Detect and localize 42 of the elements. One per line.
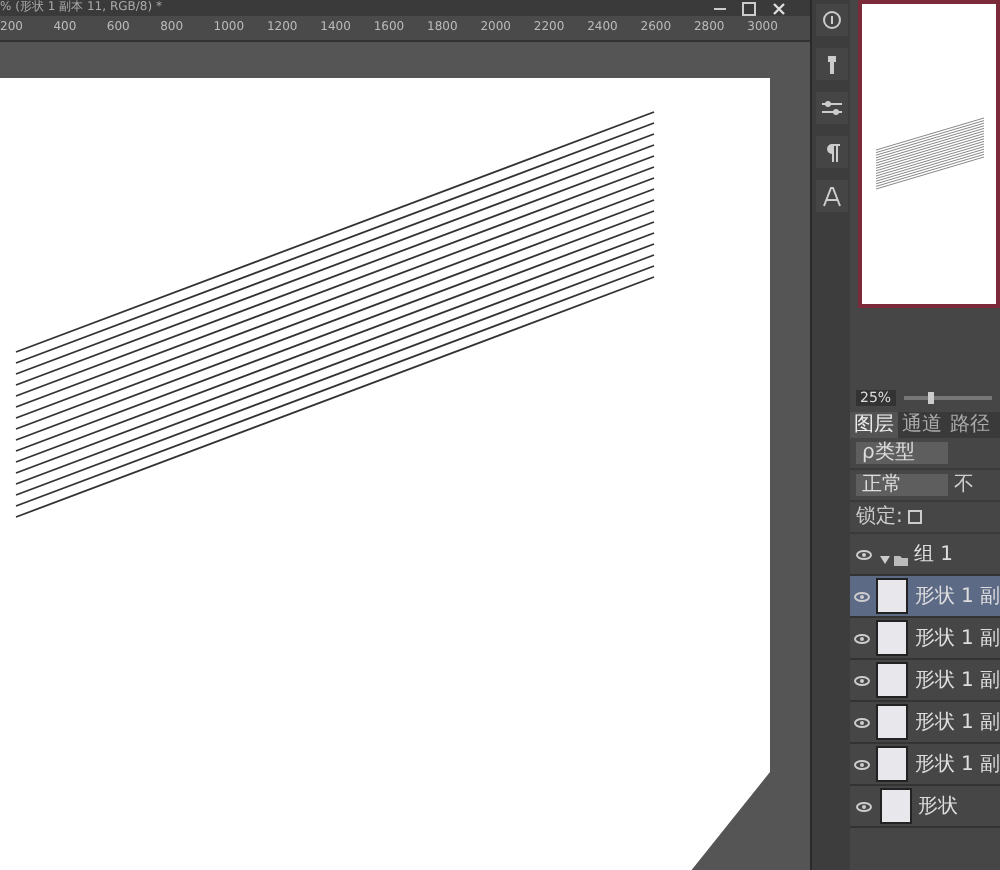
lock-icon[interactable] (908, 510, 923, 524)
layer-name: 形状 1 副 (914, 583, 1000, 610)
layer-row[interactable]: 形状 1 副 (850, 744, 1000, 786)
eye-icon[interactable] (854, 717, 871, 727)
zoom-slider-thumb[interactable] (927, 392, 934, 404)
caret-down-icon[interactable] (880, 553, 908, 565)
layer-thumbnail (876, 578, 909, 614)
layer-name: 形状 1 副 (914, 751, 1000, 778)
minimize-icon[interactable] (714, 7, 726, 9)
eye-icon[interactable] (856, 801, 872, 811)
layer-row[interactable]: 形状 1 副 (850, 660, 1000, 702)
eye-icon[interactable] (854, 759, 871, 769)
panel-tab[interactable]: 路径 (946, 412, 994, 438)
layer-name: 形状 1 副 (914, 667, 1000, 694)
layer-name: 形状 (918, 793, 958, 820)
layer-thumbnail (876, 620, 909, 656)
filter-dropdown[interactable]: ρ类型 (856, 442, 948, 464)
blend-mode-dropdown[interactable]: 正常 (856, 474, 948, 496)
thumbnail-lines-drawing (871, 114, 987, 194)
eye-icon[interactable] (854, 591, 871, 601)
character-icon[interactable] (819, 184, 843, 208)
layer-thumbnail (876, 662, 909, 698)
close-icon[interactable] (772, 1, 786, 15)
layer-name: 形状 1 副 (914, 709, 1000, 736)
layer-row[interactable]: 形状 1 副 (850, 576, 1000, 618)
layer-thumbnail (880, 788, 912, 824)
layer-name: 形状 1 副 (914, 625, 1000, 652)
layer-row[interactable]: 形状 (850, 786, 1000, 828)
sliders-icon[interactable] (819, 96, 843, 120)
panel-tab[interactable]: 图层 (850, 412, 898, 438)
layer-name: 组 1 (914, 542, 954, 568)
layer-thumbnail (876, 704, 909, 740)
eye-icon[interactable] (856, 549, 872, 559)
info-icon[interactable] (819, 8, 843, 32)
layer-row[interactable]: 形状 1 副 (850, 618, 1000, 660)
panel-tab[interactable]: 通道 (898, 412, 946, 438)
lock-label: 锁定: (856, 506, 903, 528)
eye-icon[interactable] (854, 675, 871, 685)
eye-icon[interactable] (854, 633, 871, 643)
layer-row[interactable]: 形状 1 副 (850, 702, 1000, 744)
opacity-label: 不 (954, 474, 974, 496)
layer-thumbnail (876, 746, 909, 782)
